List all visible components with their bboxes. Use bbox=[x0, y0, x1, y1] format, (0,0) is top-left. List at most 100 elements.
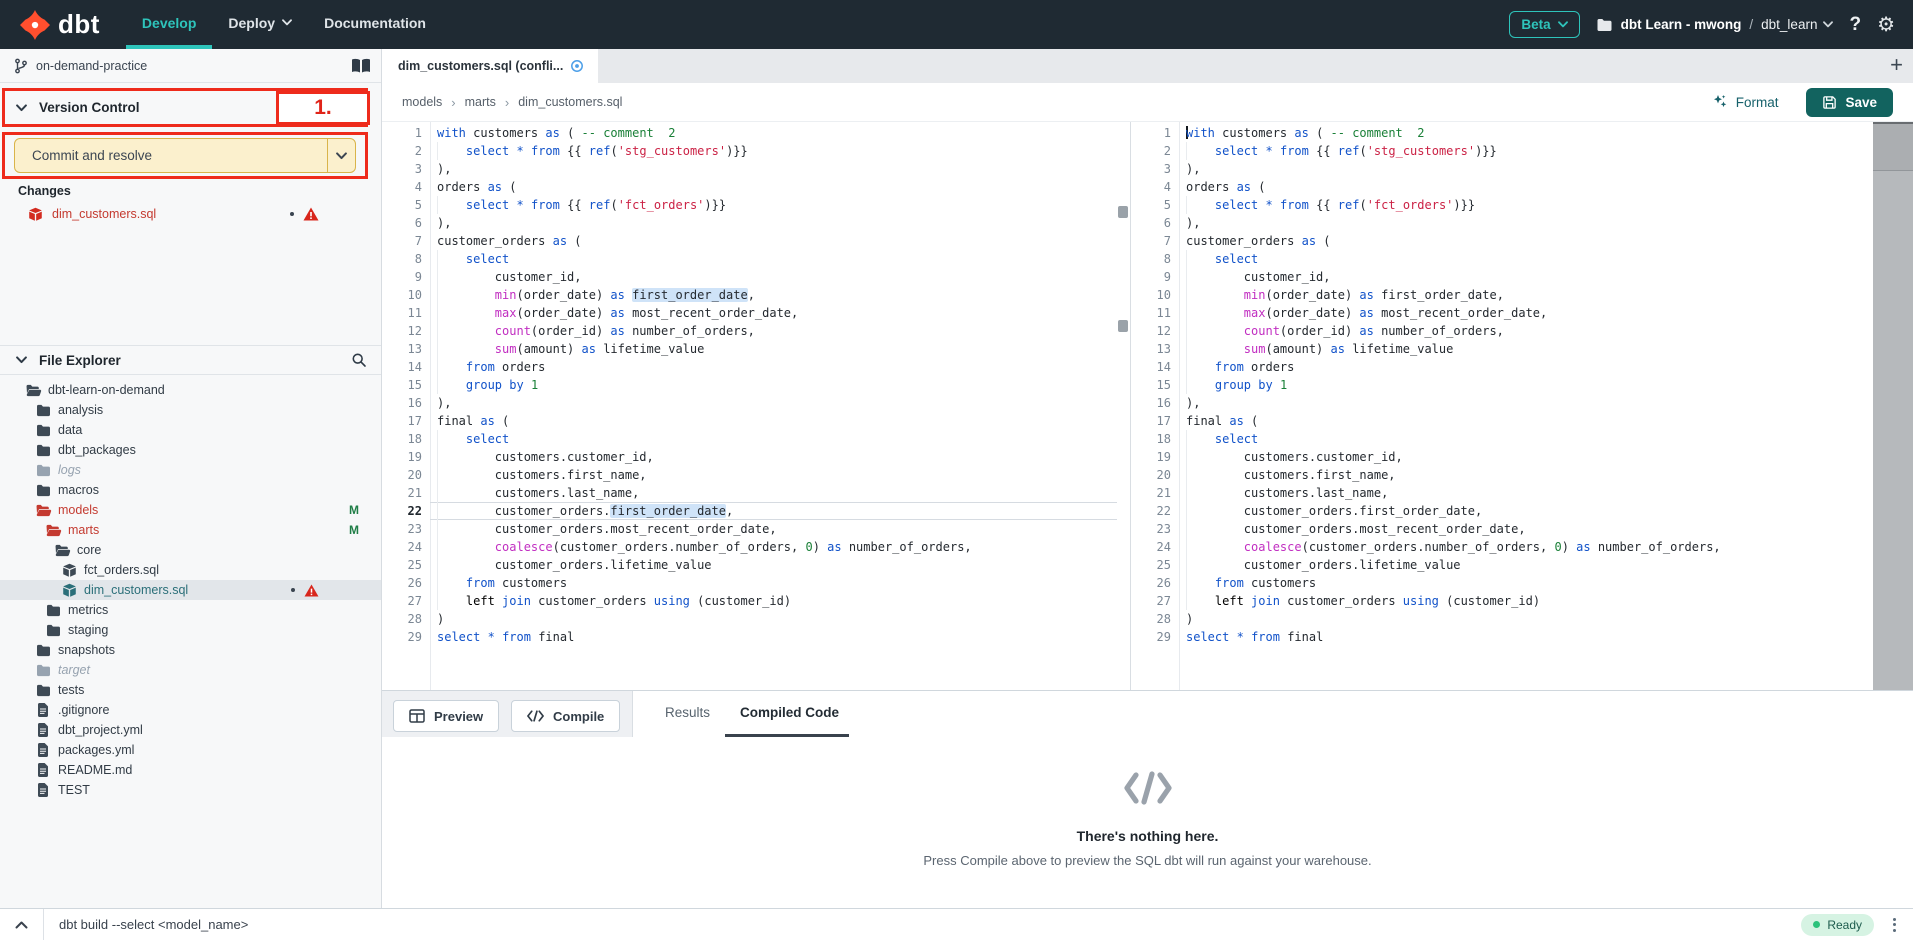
tree-item-packages.yml[interactable]: packages.yml bbox=[0, 740, 381, 760]
code-line-12[interactable]: 12 count(order_id) as number_of_orders, bbox=[1131, 322, 1873, 340]
format-button[interactable]: Format bbox=[1706, 93, 1785, 111]
code-line-5[interactable]: 5 select * from {{ ref('fct_orders')}} bbox=[1131, 196, 1873, 214]
code-line-22[interactable]: 22 customer_orders.first_order_date, bbox=[382, 502, 1117, 520]
tree-item-tests[interactable]: tests bbox=[0, 680, 381, 700]
tree-item-.gitignore[interactable]: .gitignore bbox=[0, 700, 381, 720]
code-line-18[interactable]: 18 select bbox=[382, 430, 1117, 448]
code-line-24[interactable]: 24 coalesce(customer_orders.number_of_or… bbox=[382, 538, 1117, 556]
collapse-chevron-up-icon[interactable] bbox=[0, 909, 44, 940]
tree-item-README.md[interactable]: README.md bbox=[0, 760, 381, 780]
code-line-2[interactable]: 2 select * from {{ ref('stg_customers')}… bbox=[382, 142, 1117, 160]
tree-item-dbt_packages[interactable]: dbt_packages bbox=[0, 440, 381, 460]
code-line-28[interactable]: 28) bbox=[1131, 610, 1873, 628]
code-line-9[interactable]: 9 customer_id, bbox=[1131, 268, 1873, 286]
nav-documentation[interactable]: Documentation bbox=[308, 0, 442, 49]
code-line-23[interactable]: 23 customer_orders.most_recent_order_dat… bbox=[382, 520, 1117, 538]
save-button[interactable]: Save bbox=[1806, 88, 1893, 117]
tree-item-macros[interactable]: macros bbox=[0, 480, 381, 500]
nav-develop[interactable]: Develop bbox=[126, 0, 212, 49]
code-line-11[interactable]: 11 max(order_date) as most_recent_order_… bbox=[1131, 304, 1873, 322]
code-line-17[interactable]: 17final as ( bbox=[1131, 412, 1873, 430]
code-line-22[interactable]: 22 customer_orders.first_order_date, bbox=[1131, 502, 1873, 520]
settings-gear-icon[interactable]: ⚙ bbox=[1877, 15, 1895, 35]
code-line-10[interactable]: 10 min(order_date) as first_order_date, bbox=[1131, 286, 1873, 304]
tree-item-dbt_project.yml[interactable]: dbt_project.yml bbox=[0, 720, 381, 740]
scrollbar-thumb[interactable] bbox=[1873, 124, 1913, 171]
code-line-5[interactable]: 5 select * from {{ ref('fct_orders')}} bbox=[382, 196, 1117, 214]
code-line-26[interactable]: 26 from customers bbox=[1131, 574, 1873, 592]
code-line-21[interactable]: 21 customers.last_name, bbox=[382, 484, 1117, 502]
code-line-1[interactable]: 1with customers as ( -- comment 2 bbox=[1131, 124, 1873, 142]
breadcrumb-models[interactable]: models bbox=[402, 95, 442, 109]
code-line-3[interactable]: 3), bbox=[382, 160, 1117, 178]
breadcrumb-marts[interactable]: marts bbox=[465, 95, 496, 109]
code-line-24[interactable]: 24 coalesce(customer_orders.number_of_or… bbox=[1131, 538, 1873, 556]
tree-item-logs[interactable]: logs bbox=[0, 460, 381, 480]
code-line-2[interactable]: 2 select * from {{ ref('stg_customers')}… bbox=[1131, 142, 1873, 160]
tree-item-marts[interactable]: martsM bbox=[0, 520, 381, 540]
code-line-29[interactable]: 29select * from final bbox=[1131, 628, 1873, 646]
help-button[interactable]: ? bbox=[1849, 14, 1861, 36]
tab-results[interactable]: Results bbox=[665, 705, 710, 720]
code-line-11[interactable]: 11 max(order_date) as most_recent_order_… bbox=[382, 304, 1117, 322]
code-line-9[interactable]: 9 customer_id, bbox=[382, 268, 1117, 286]
code-line-20[interactable]: 20 customers.first_name, bbox=[1131, 466, 1873, 484]
editor-right[interactable]: 1with customers as ( -- comment 22 selec… bbox=[1130, 122, 1873, 690]
code-line-7[interactable]: 7customer_orders as ( bbox=[382, 232, 1117, 250]
code-line-27[interactable]: 27 left join customer_orders using (cust… bbox=[1131, 592, 1873, 610]
editor-right-scrollbar[interactable] bbox=[1873, 122, 1913, 690]
code-line-28[interactable]: 28) bbox=[382, 610, 1117, 628]
tree-item-analysis[interactable]: analysis bbox=[0, 400, 381, 420]
editor-left-scrollbar[interactable] bbox=[1117, 122, 1130, 690]
tree-item-snapshots[interactable]: snapshots bbox=[0, 640, 381, 660]
code-line-20[interactable]: 20 customers.first_name, bbox=[382, 466, 1117, 484]
code-line-14[interactable]: 14 from orders bbox=[1131, 358, 1873, 376]
code-line-15[interactable]: 15 group by 1 bbox=[1131, 376, 1873, 394]
docs-book-icon[interactable] bbox=[351, 58, 371, 79]
dbt-logo[interactable]: dbt bbox=[20, 0, 100, 49]
command-input[interactable]: dbt build --select <model_name> bbox=[59, 917, 248, 932]
branch-row[interactable]: on-demand-practice bbox=[0, 49, 381, 83]
changed-file-row[interactable]: dim_customers.sql bbox=[0, 203, 381, 225]
search-icon[interactable] bbox=[351, 352, 367, 368]
tree-item-TEST[interactable]: TEST bbox=[0, 780, 381, 800]
nav-deploy[interactable]: Deploy bbox=[212, 0, 308, 49]
code-line-14[interactable]: 14 from orders bbox=[382, 358, 1117, 376]
code-line-8[interactable]: 8 select bbox=[1131, 250, 1873, 268]
code-line-4[interactable]: 4orders as ( bbox=[1131, 178, 1873, 196]
tab-compiled-code[interactable]: Compiled Code bbox=[740, 705, 839, 720]
code-line-29[interactable]: 29select * from final bbox=[382, 628, 1117, 646]
code-line-26[interactable]: 26 from customers bbox=[382, 574, 1117, 592]
code-line-10[interactable]: 10 min(order_date) as first_order_date, bbox=[382, 286, 1117, 304]
code-line-19[interactable]: 19 customers.customer_id, bbox=[382, 448, 1117, 466]
kebab-menu-icon[interactable] bbox=[1890, 915, 1899, 935]
tree-item-target[interactable]: target bbox=[0, 660, 381, 680]
code-line-18[interactable]: 18 select bbox=[1131, 430, 1873, 448]
code-line-27[interactable]: 27 left join customer_orders using (cust… bbox=[382, 592, 1117, 610]
code-line-15[interactable]: 15 group by 1 bbox=[382, 376, 1117, 394]
code-line-16[interactable]: 16), bbox=[382, 394, 1117, 412]
code-line-21[interactable]: 21 customers.last_name, bbox=[1131, 484, 1873, 502]
code-line-12[interactable]: 12 count(order_id) as number_of_orders, bbox=[382, 322, 1117, 340]
code-line-1[interactable]: 1with customers as ( -- comment 2 bbox=[382, 124, 1117, 142]
commit-and-resolve-button[interactable]: Commit and resolve bbox=[14, 138, 356, 173]
code-line-16[interactable]: 16), bbox=[1131, 394, 1873, 412]
code-line-8[interactable]: 8 select bbox=[382, 250, 1117, 268]
compile-button[interactable]: Compile bbox=[511, 700, 620, 732]
tree-item-data[interactable]: data bbox=[0, 420, 381, 440]
code-line-17[interactable]: 17final as ( bbox=[382, 412, 1117, 430]
tree-item-metrics[interactable]: metrics bbox=[0, 600, 381, 620]
new-tab-button[interactable]: + bbox=[1890, 52, 1903, 78]
file-explorer-header[interactable]: File Explorer bbox=[0, 345, 381, 375]
commit-dropdown-toggle[interactable] bbox=[327, 139, 355, 172]
tree-item-fct_orders.sql[interactable]: fct_orders.sql bbox=[0, 560, 381, 580]
code-line-25[interactable]: 25 customer_orders.lifetime_value bbox=[1131, 556, 1873, 574]
code-line-6[interactable]: 6), bbox=[1131, 214, 1873, 232]
project-selector[interactable]: dbt_learn bbox=[1761, 17, 1833, 32]
code-line-23[interactable]: 23 customer_orders.most_recent_order_dat… bbox=[1131, 520, 1873, 538]
code-line-13[interactable]: 13 sum(amount) as lifetime_value bbox=[1131, 340, 1873, 358]
preview-button[interactable]: Preview bbox=[393, 700, 499, 732]
tab-dim-customers[interactable]: dim_customers.sql (confli... bbox=[382, 49, 598, 83]
code-line-6[interactable]: 6), bbox=[382, 214, 1117, 232]
code-line-7[interactable]: 7customer_orders as ( bbox=[1131, 232, 1873, 250]
